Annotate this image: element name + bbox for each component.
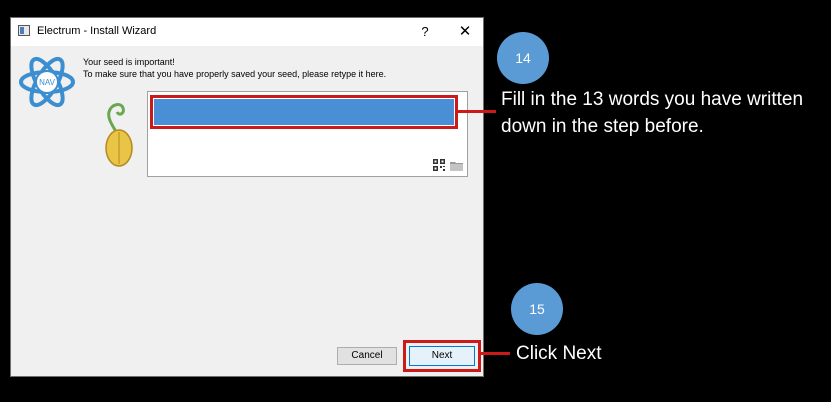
retype-seed-instruction: To make sure that you have properly save… bbox=[83, 69, 387, 79]
install-wizard-window: Electrum - Install Wizard ? ✕ NAV Your s… bbox=[10, 17, 484, 377]
seed-entry-box bbox=[147, 91, 468, 177]
title-bar: Electrum - Install Wizard ? ✕ bbox=[11, 18, 483, 46]
window-title: Electrum - Install Wizard bbox=[37, 25, 157, 37]
nav-logo-icon: NAV bbox=[19, 56, 75, 108]
folder-icon[interactable] bbox=[450, 161, 463, 171]
callout-15-connector bbox=[480, 352, 510, 355]
logo-text: NAV bbox=[39, 78, 56, 87]
callout-14-connector bbox=[456, 110, 496, 113]
step-14-instruction-line2: down in the step before. bbox=[501, 116, 704, 137]
electrum-app-icon bbox=[18, 25, 30, 36]
cancel-button[interactable]: Cancel bbox=[337, 347, 397, 365]
step-14-instruction-line1: Fill in the 13 words you have written bbox=[501, 89, 804, 110]
seed-important-message: Your seed is important! bbox=[83, 57, 175, 67]
close-button[interactable]: ✕ bbox=[452, 22, 478, 42]
next-button[interactable]: Next bbox=[409, 346, 475, 366]
step-15-badge: 15 bbox=[511, 283, 563, 335]
step-14-badge: 14 bbox=[497, 32, 549, 84]
seed-input[interactable] bbox=[154, 99, 454, 125]
help-button[interactable]: ? bbox=[412, 22, 438, 42]
seed-sprout-icon bbox=[105, 103, 133, 167]
step-15-instruction: Click Next bbox=[516, 343, 602, 364]
qr-code-icon[interactable] bbox=[433, 159, 445, 171]
